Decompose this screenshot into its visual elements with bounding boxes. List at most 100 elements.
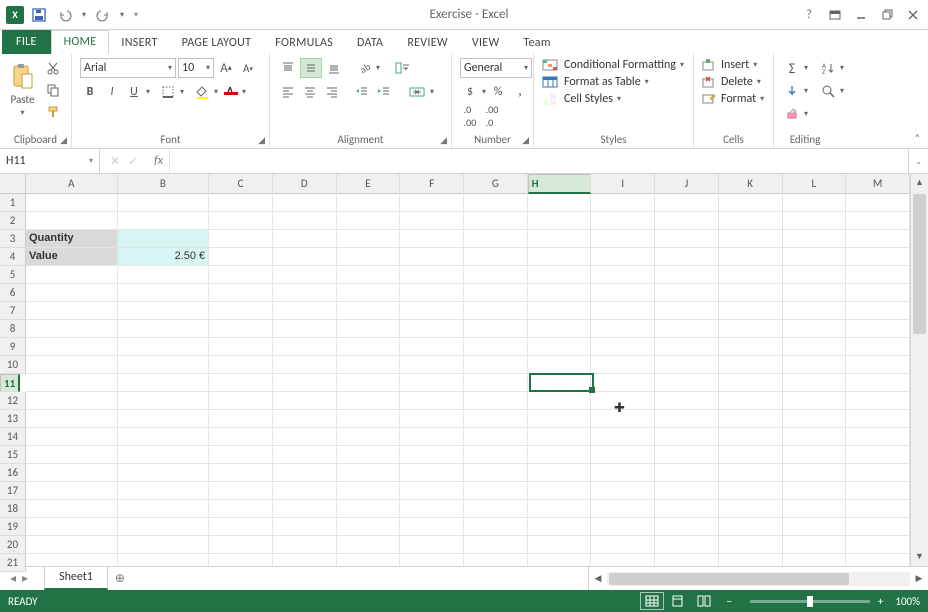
cell-B19[interactable] (118, 518, 210, 536)
cell-K1[interactable] (719, 194, 783, 212)
border-icon[interactable] (158, 82, 178, 102)
cell-A3[interactable]: Quantity (26, 230, 118, 248)
cell-K21[interactable] (719, 554, 783, 566)
cell-F8[interactable] (400, 320, 464, 338)
cell-A15[interactable] (26, 446, 118, 464)
cell-E14[interactable] (337, 428, 401, 446)
cell-L9[interactable] (783, 338, 847, 356)
cell-H18[interactable] (528, 500, 592, 518)
cell-I14[interactable] (591, 428, 655, 446)
cell-I12[interactable] (591, 392, 655, 410)
sheet-prev-icon[interactable]: ◂ (10, 571, 16, 586)
cell-A16[interactable] (26, 464, 118, 482)
align-middle-icon[interactable] (300, 58, 322, 78)
cell-B2[interactable] (118, 212, 210, 230)
cell-B5[interactable] (118, 266, 210, 284)
tab-page-layout[interactable]: PAGE LAYOUT (170, 32, 264, 54)
cell-M7[interactable] (846, 302, 910, 320)
cell-B21[interactable] (118, 554, 210, 566)
align-bottom-icon[interactable] (324, 58, 344, 78)
cancel-formula-icon[interactable]: ✕ (110, 154, 120, 169)
column-header-H[interactable]: H (528, 174, 592, 194)
column-header-J[interactable]: J (655, 174, 719, 194)
italic-icon[interactable]: I (102, 82, 122, 102)
column-header-G[interactable]: G (464, 174, 528, 194)
cell-B4[interactable]: 2.50 € (118, 248, 210, 266)
expand-formula-bar-icon[interactable]: ⌄ (908, 149, 928, 173)
cell-H21[interactable] (528, 554, 592, 566)
find-select-icon[interactable] (818, 81, 838, 101)
cell-D13[interactable] (273, 410, 337, 428)
cell-J20[interactable] (655, 536, 719, 554)
cell-D12[interactable] (273, 392, 337, 410)
number-format-select[interactable]: General▾ (460, 58, 532, 78)
font-color-dropdown[interactable]: ▾ (242, 87, 246, 97)
cell-F20[interactable] (400, 536, 464, 554)
cell-G20[interactable] (464, 536, 528, 554)
cell-J12[interactable] (655, 392, 719, 410)
cell-J14[interactable] (655, 428, 719, 446)
cell-K6[interactable] (719, 284, 783, 302)
cell-M14[interactable] (846, 428, 910, 446)
cell-I4[interactable] (591, 248, 655, 266)
cell-K3[interactable] (719, 230, 783, 248)
cell-M13[interactable] (846, 410, 910, 428)
row-header-9[interactable]: 9 (0, 338, 26, 356)
row-header-4[interactable]: 4 (0, 248, 26, 266)
cell-L10[interactable] (783, 356, 847, 374)
cell-I1[interactable] (591, 194, 655, 212)
cell-G8[interactable] (464, 320, 528, 338)
cell-C4[interactable] (209, 248, 273, 266)
find-dropdown[interactable]: ▾ (840, 86, 844, 96)
cell-H16[interactable] (528, 464, 592, 482)
clipboard-launcher[interactable]: ◢ (60, 135, 67, 146)
cell-H6[interactable] (528, 284, 592, 302)
cell-K12[interactable] (719, 392, 783, 410)
cell-G2[interactable] (464, 212, 528, 230)
cell-G18[interactable] (464, 500, 528, 518)
cell-C21[interactable] (209, 554, 273, 566)
align-top-icon[interactable] (278, 58, 298, 78)
comma-format-icon[interactable]: , (510, 82, 530, 102)
font-size-select[interactable]: 10▾ (178, 58, 214, 78)
cell-F15[interactable] (400, 446, 464, 464)
cell-A12[interactable] (26, 392, 118, 410)
cell-styles-button[interactable]: Cell Styles▾ (542, 92, 621, 106)
page-layout-view-icon[interactable] (666, 592, 690, 610)
cell-C1[interactable] (209, 194, 273, 212)
row-header-16[interactable]: 16 (0, 464, 26, 482)
tab-team[interactable]: Team (511, 32, 562, 54)
accounting-dropdown[interactable]: ▾ (482, 87, 486, 97)
tab-view[interactable]: VIEW (460, 32, 512, 54)
cell-K8[interactable] (719, 320, 783, 338)
fill-color-icon[interactable] (192, 82, 212, 102)
cell-C7[interactable] (209, 302, 273, 320)
cell-M15[interactable] (846, 446, 910, 464)
save-icon[interactable] (28, 4, 50, 26)
cell-M1[interactable] (846, 194, 910, 212)
cell-H4[interactable] (528, 248, 592, 266)
tab-formulas[interactable]: FORMULAS (263, 32, 345, 54)
cell-J13[interactable] (655, 410, 719, 428)
select-all[interactable] (0, 174, 26, 194)
cell-J8[interactable] (655, 320, 719, 338)
column-header-F[interactable]: F (400, 174, 464, 194)
cell-L6[interactable] (783, 284, 847, 302)
cell-F18[interactable] (400, 500, 464, 518)
cell-K20[interactable] (719, 536, 783, 554)
cell-E13[interactable] (337, 410, 401, 428)
cell-E7[interactable] (337, 302, 401, 320)
cell-H7[interactable] (528, 302, 592, 320)
cell-E8[interactable] (337, 320, 401, 338)
cell-B1[interactable] (118, 194, 210, 212)
cell-E19[interactable] (337, 518, 401, 536)
close-icon[interactable] (904, 6, 922, 24)
cell-L2[interactable] (783, 212, 847, 230)
format-painter-icon[interactable] (43, 102, 63, 122)
page-break-view-icon[interactable] (692, 592, 716, 610)
sort-filter-icon[interactable]: AZ (818, 58, 838, 78)
cell-C12[interactable] (209, 392, 273, 410)
format-cells-button[interactable]: Format▾ (702, 92, 764, 106)
align-center-icon[interactable] (300, 82, 320, 102)
column-header-E[interactable]: E (337, 174, 401, 194)
